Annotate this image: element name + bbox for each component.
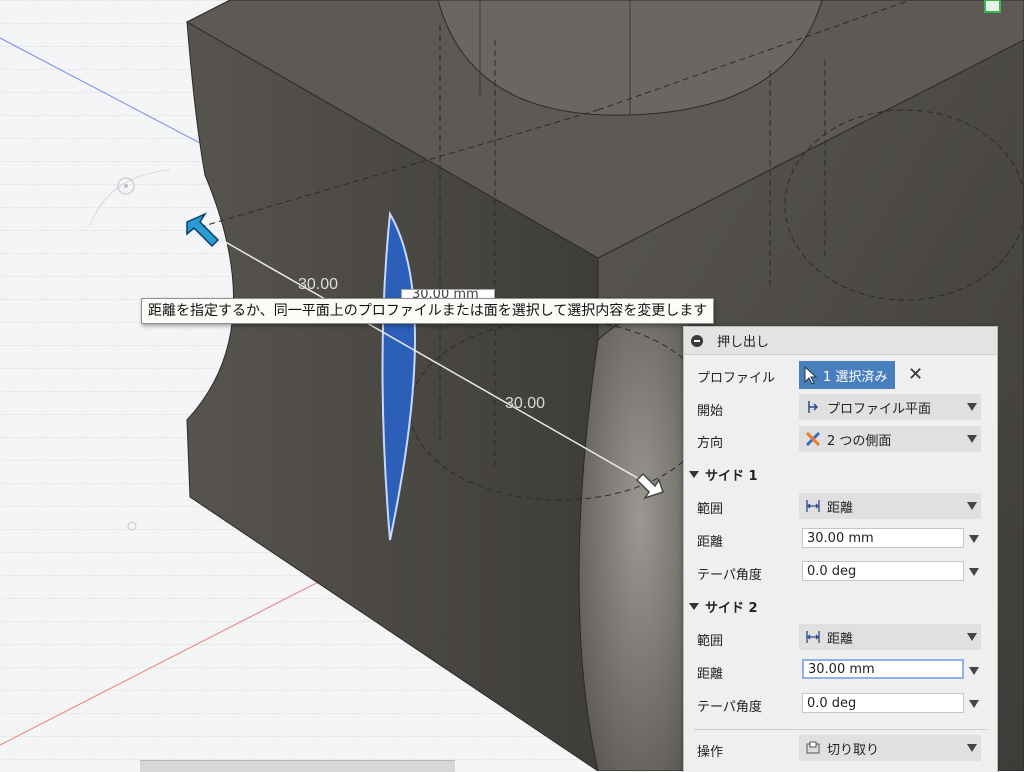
chevron-down-icon[interactable] <box>969 568 979 576</box>
chevron-down-icon[interactable] <box>969 700 979 708</box>
chevron-down-icon[interactable] <box>969 667 979 675</box>
side1-extent-label: 範囲 <box>697 502 724 517</box>
chevron-down-icon <box>967 744 977 752</box>
clear-selection-icon[interactable]: ✕ <box>908 364 923 385</box>
chevron-down-icon[interactable] <box>969 535 979 543</box>
divider <box>694 729 987 730</box>
side1-taper-input[interactable]: 0.0 deg <box>802 561 964 581</box>
cursor-icon <box>804 365 818 385</box>
dialog-header[interactable]: 押し出し <box>684 327 997 355</box>
side2-distance-input[interactable]: 30.00 mm <box>802 659 964 679</box>
navigation-toolbar[interactable] <box>140 760 455 772</box>
view-cube-icon[interactable] <box>984 0 1001 13</box>
side2-section-header[interactable]: サイド 2 <box>689 597 758 616</box>
chevron-down-icon <box>967 502 977 510</box>
side2-taper-label: テーパ角度 <box>697 700 762 715</box>
profile-label: プロファイル <box>697 371 776 386</box>
direction-select[interactable]: 2 つの側面 <box>799 426 981 452</box>
dimension-label-side1: 30.00 <box>505 395 546 412</box>
profile-select-button[interactable]: 1 選択済み <box>799 361 895 389</box>
chevron-down-icon <box>967 633 977 641</box>
operation-label: 操作 <box>697 745 724 760</box>
side1-distance-label: 距離 <box>697 535 724 550</box>
side2-distance-label: 距離 <box>697 667 724 682</box>
side1-extent-select[interactable]: 距離 <box>799 493 981 519</box>
cut-icon <box>806 741 820 754</box>
distance-icon <box>806 631 820 643</box>
collapse-icon[interactable] <box>691 334 703 347</box>
dimension-label-side2: 30.00 <box>298 276 339 293</box>
side2-taper-input[interactable]: 0.0 deg <box>802 693 964 713</box>
start-label: 開始 <box>697 404 724 419</box>
expand-triangle-icon <box>689 471 699 478</box>
operation-select[interactable]: 切り取り <box>799 735 981 761</box>
distance-icon <box>806 500 820 512</box>
tooltip: 距離を指定するか、同一平面上のプロファイルまたは面を選択して選択内容を変更します <box>141 298 715 324</box>
chevron-down-icon <box>967 403 977 411</box>
start-select[interactable]: プロファイル平面 <box>799 394 981 420</box>
side1-taper-label: テーパ角度 <box>697 568 762 583</box>
dialog-title: 押し出し <box>717 335 770 350</box>
profile-plane-icon <box>808 401 819 413</box>
side1-distance-input[interactable]: 30.00 mm <box>802 528 964 548</box>
side-bore <box>578 312 691 771</box>
side1-section-header[interactable]: サイド 1 <box>689 465 758 484</box>
expand-triangle-icon <box>689 603 699 610</box>
direction-label: 方向 <box>697 436 724 451</box>
chevron-down-icon <box>967 435 977 443</box>
two-sides-icon <box>805 431 821 447</box>
extrude-dialog: 押し出し プロファイル 1 選択済み ✕ 開始 プロファイル平面 方向 2 つの… <box>683 326 998 772</box>
side2-extent-select[interactable]: 距離 <box>799 624 981 650</box>
side2-extent-label: 範囲 <box>697 634 724 649</box>
